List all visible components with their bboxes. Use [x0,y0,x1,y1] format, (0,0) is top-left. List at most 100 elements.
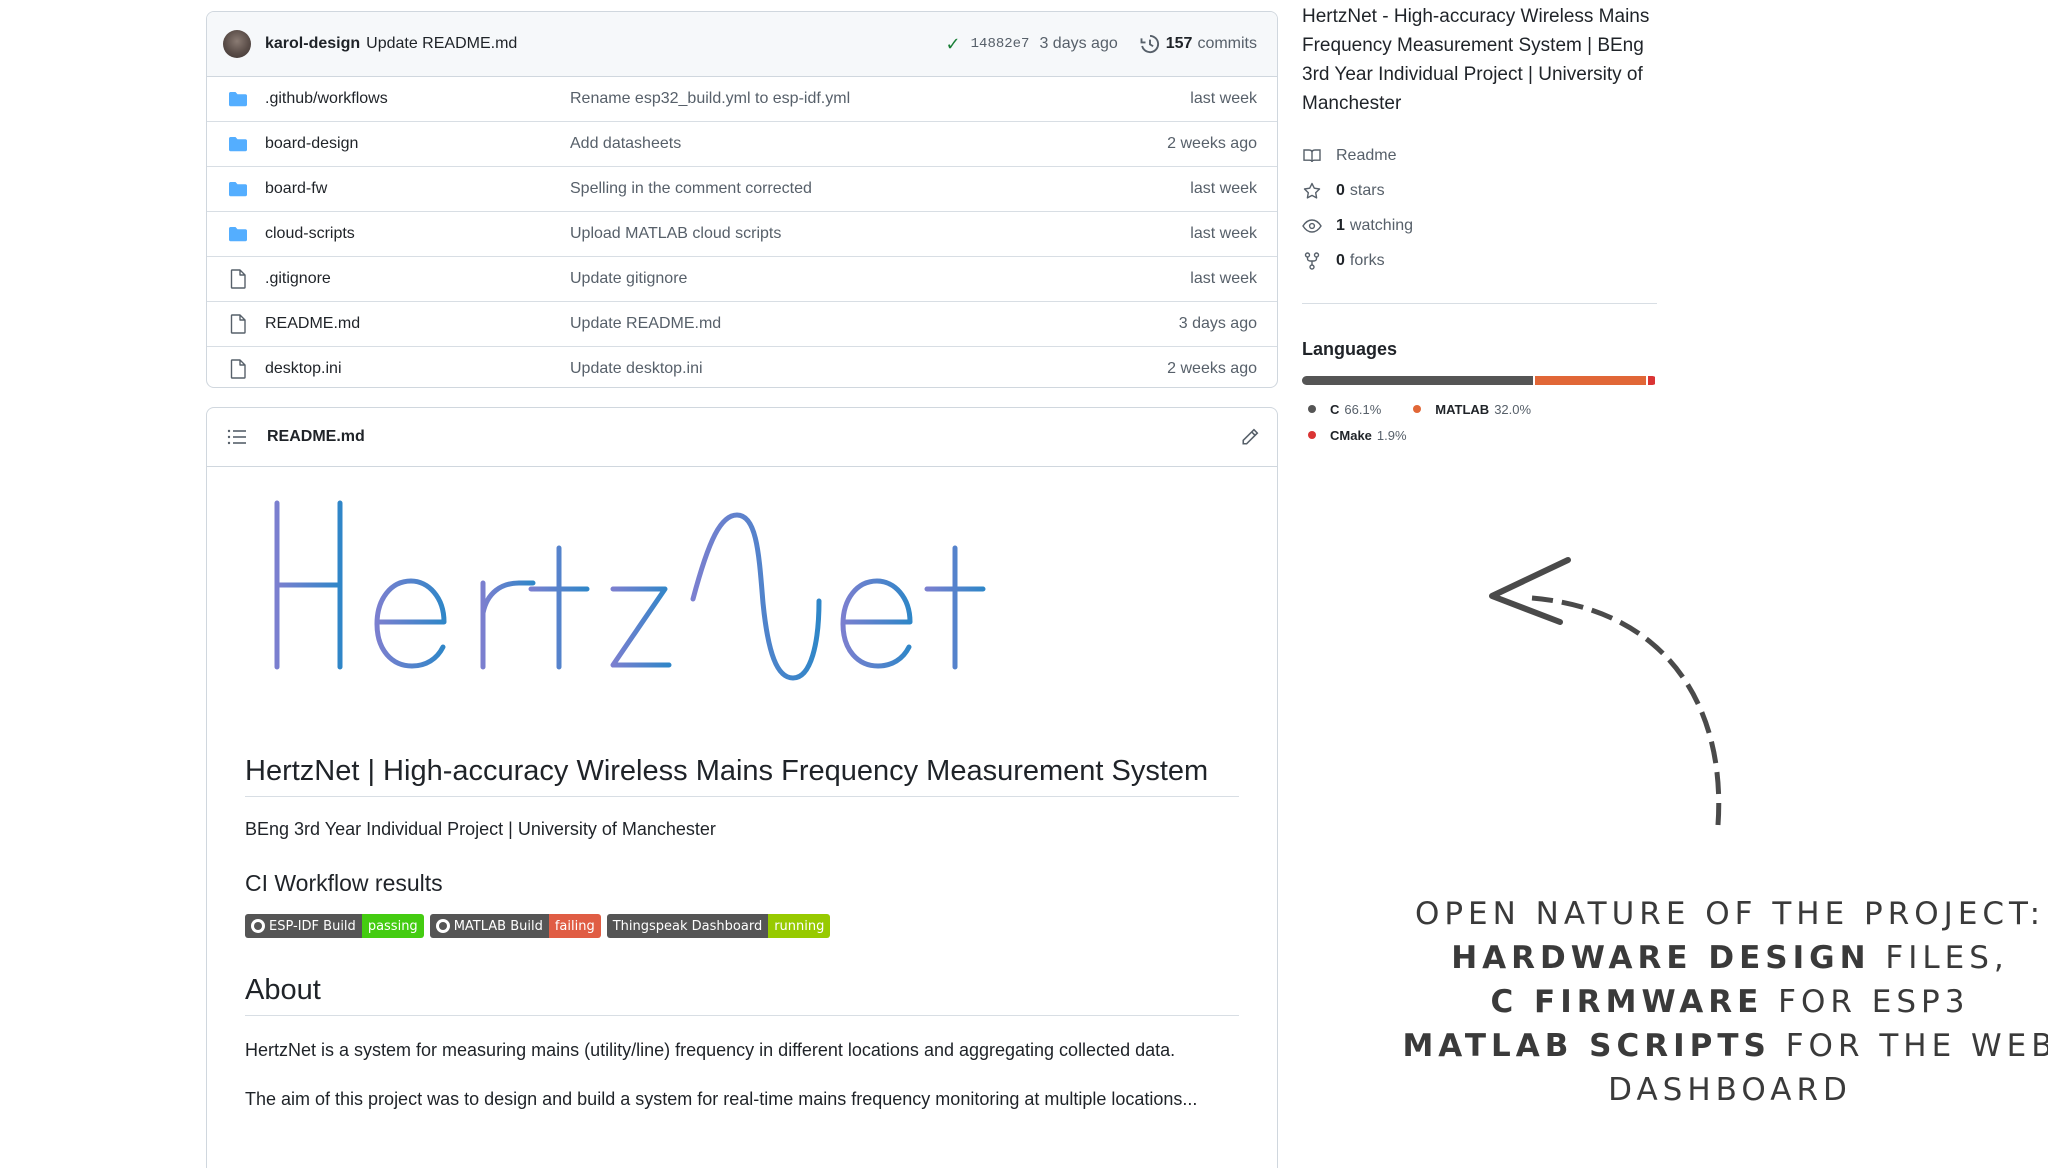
language-name: MATLAB [1435,401,1490,417]
folder-icon [227,179,249,199]
file-name[interactable]: README.md [265,315,570,333]
languages-bar [1302,376,1657,385]
curved-arrow-icon [1489,557,1722,826]
pencil-icon[interactable] [1241,428,1259,446]
file-row[interactable]: board-design Add datasheets 2 weeks ago [207,121,1277,166]
badge-status: failing [548,914,601,938]
file-row[interactable]: cloud-scripts Upload MATLAB cloud scripts… [207,211,1277,256]
file-icon [227,269,249,289]
history-icon[interactable] [1140,34,1160,54]
ci-badge[interactable]: ESP-IDF Build passing [245,914,424,938]
badge-label: ESP-IDF Build [269,918,356,934]
languages-list: C 66.1% MATLAB 32.0% CMake 1.9% [1302,396,1602,448]
file-name[interactable]: cloud-scripts [265,225,570,243]
language-item[interactable]: C 66.1% [1302,396,1381,422]
avatar[interactable] [223,30,251,58]
fork-icon [1302,251,1322,270]
file-name[interactable]: .github/workflows [265,90,570,108]
commit-message[interactable]: Update README.md [366,35,517,53]
eye-icon [1302,217,1322,235]
annotation-text: OPEN NATURE OF THE PROJECT: HARDWARE DES… [1400,892,2048,1112]
file-row[interactable]: .gitignore Update gitignore last week [207,256,1277,301]
language-percent: 1.9% [1376,427,1407,443]
file-rows: .github/workflows Rename esp32_build.yml … [207,77,1277,387]
star-icon [1302,182,1322,200]
file-age: last week [1190,270,1257,287]
language-dot-icon [1413,405,1422,413]
commits-label[interactable]: commits [1197,35,1257,53]
commit-author[interactable]: karol-design [265,35,360,53]
check-icon[interactable]: ✓ [946,34,961,55]
folder-icon [227,224,249,244]
file-name[interactable]: .gitignore [265,270,570,288]
file-age: last week [1190,90,1257,107]
forks-link[interactable]: 0 forks [1302,243,1657,278]
ci-badge[interactable]: Thingspeak Dashboard running [606,914,831,938]
language-item[interactable]: MATLAB 32.0% [1407,396,1531,422]
language-dot-icon [1308,431,1316,439]
file-commit-message[interactable]: Update gitignore [570,270,1190,288]
readme-box: README.md HertzNet | High-accuracy Wirel… [206,407,1278,1168]
about-heading: About [245,974,1239,1016]
readme-link[interactable]: Readme [1302,138,1657,173]
stars-link[interactable]: 0 stars [1302,173,1657,208]
stars-label: stars [1349,181,1385,199]
language-bar-segment[interactable] [1648,376,1655,385]
watching-link[interactable]: 1 watching [1302,208,1657,243]
ci-badge[interactable]: MATLAB Build failing [429,914,601,938]
file-commit-message[interactable]: Add datasheets [570,135,1167,153]
readme-next-paragraph: The aim of this project was to design an… [245,1089,1198,1109]
ci-badges: ESP-IDF Build passing MATLAB Build failing T… [245,914,1239,938]
file-age: 2 weeks ago [1167,135,1257,152]
sidebar-divider [1302,303,1657,304]
file-row[interactable]: board-fw Spelling in the comment correcte… [207,166,1277,211]
file-row[interactable]: .github/workflows Rename esp32_build.yml … [207,77,1277,121]
stars-count: 0 [1336,181,1345,199]
language-bar-segment[interactable] [1302,376,1533,385]
file-age: last week [1190,225,1257,242]
file-name[interactable]: board-design [265,135,570,153]
annotation-line-1: OPEN NATURE OF THE PROJECT: [1414,896,2046,932]
annotation-line-3: C FIRMWARE FOR ESP3 [1490,984,1970,1020]
book-icon [1302,147,1322,165]
badge-label: Thingspeak Dashboard [612,918,763,934]
readme-body: HertzNet | High-accuracy Wireless Mains … [207,493,1277,1114]
commit-count[interactable]: 157 [1166,35,1193,53]
file-name[interactable]: board-fw [265,180,570,198]
forks-count: 0 [1336,251,1345,269]
file-name[interactable]: desktop.ini [265,360,570,378]
commit-sha[interactable]: 14882e7 [971,36,1030,52]
file-commit-message[interactable]: Rename esp32_build.yml to esp-idf.yml [570,90,1190,108]
annotation-line-4: MATLAB SCRIPTS FOR THE WEB [1402,1028,2048,1064]
file-list-box: karol-design Update README.md ✓ 14882e7 … [206,11,1278,388]
list-icon[interactable] [227,429,247,445]
language-dot-icon [1308,405,1316,413]
annotation-line-5: DASHBOARD [1608,1072,1852,1108]
sidebar: HertzNet - High-accuracy Wireless Mains … [1302,0,1657,448]
readme-heading: HertzNet | High-accuracy Wireless Mains … [245,755,1239,797]
watching-label: watching [1349,216,1414,234]
file-commit-message[interactable]: Spelling in the comment corrected [570,180,1190,198]
repo-meta-list: Readme 0 stars 1 watching 0 forks [1302,138,1657,278]
github-icon [435,919,450,933]
annotation-line-2: HARDWARE DESIGN FILES, [1451,940,2009,976]
language-name: C [1330,401,1340,417]
readme-header: README.md [207,408,1277,467]
readme-label: Readme [1336,146,1397,164]
file-commit-message[interactable]: Upload MATLAB cloud scripts [570,225,1190,243]
readme-title: README.md [267,428,365,445]
github-icon [251,919,265,933]
file-commit-message[interactable]: Update README.md [570,315,1179,333]
languages-title: Languages [1302,339,1398,359]
language-bar-segment[interactable] [1534,376,1647,385]
file-commit-message[interactable]: Update desktop.ini [570,360,1167,378]
badge-status: running [768,914,831,938]
ci-heading: CI Workflow results [245,870,443,896]
file-row[interactable]: desktop.ini Update desktop.ini 2 weeks ago [207,346,1277,387]
repo-description: HertzNet - High-accuracy Wireless Mains … [1302,6,1650,114]
latest-commit-bar: karol-design Update README.md ✓ 14882e7 … [207,12,1277,77]
file-row[interactable]: README.md Update README.md 3 days ago [207,301,1277,346]
language-item[interactable]: CMake 1.9% [1302,422,1407,448]
readme-subtitle: BEng 3rd Year Individual Project | Unive… [245,819,716,839]
folder-icon [227,134,249,154]
